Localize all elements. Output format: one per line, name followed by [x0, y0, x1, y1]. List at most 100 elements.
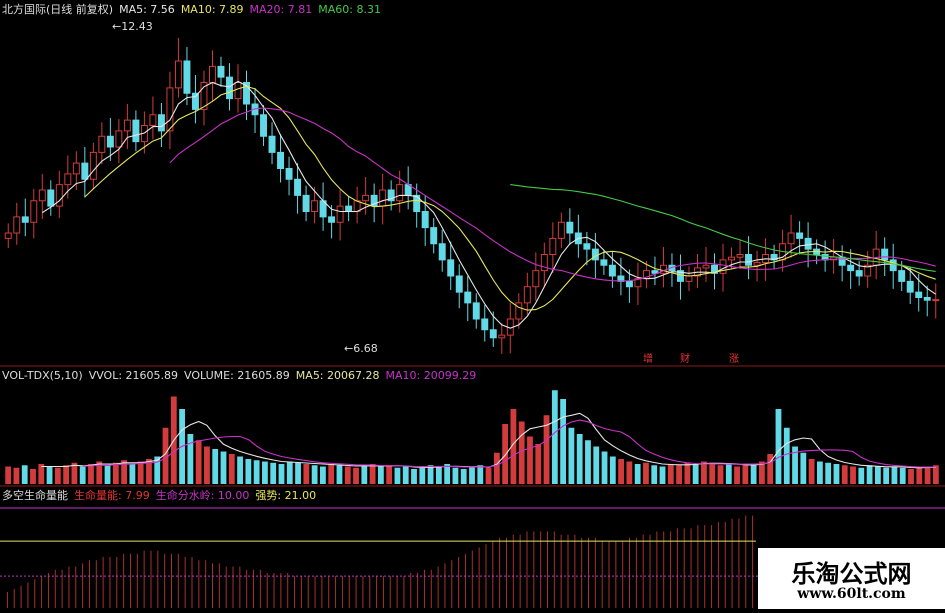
candle-body	[932, 299, 940, 302]
candle-body	[455, 275, 463, 293]
volume-bar	[742, 465, 749, 484]
vol-vvol: VVOL: 21605.89	[88, 369, 179, 382]
volume-bar	[684, 462, 691, 484]
volume-bar	[808, 459, 815, 484]
volume-bar	[435, 466, 442, 484]
vol-ma10: MA10: 20099.29	[385, 369, 477, 382]
candle-body	[268, 135, 276, 153]
volume-bar	[833, 464, 840, 484]
candle-body	[796, 232, 804, 239]
volume-bar	[858, 467, 865, 484]
volume-bar	[783, 427, 790, 484]
candle-body	[208, 65, 216, 83]
candle-body	[260, 114, 268, 137]
volume-bar	[667, 464, 674, 484]
volume-bar	[866, 465, 873, 484]
high-price-label: ←12.43	[112, 20, 153, 33]
candle-body	[328, 216, 336, 223]
volume-bar	[874, 466, 881, 484]
candle-body	[226, 76, 233, 100]
candle-body	[906, 280, 914, 293]
volume-bar	[800, 452, 807, 484]
candle-body	[915, 291, 923, 298]
volume-bar	[568, 427, 575, 484]
volume-bar	[386, 465, 393, 484]
vol-ma5: MA5: 20067.28	[295, 369, 380, 382]
candle-body	[149, 114, 157, 126]
candle-body	[540, 254, 548, 272]
low-price-label: ←6.68	[344, 342, 378, 355]
volume-bar	[328, 464, 335, 484]
volume-bar	[419, 467, 426, 484]
volume-bar	[593, 446, 600, 484]
volume-bar	[195, 440, 202, 484]
candle-body	[183, 60, 191, 94]
candle-body	[362, 194, 370, 202]
volume-bar	[518, 421, 525, 484]
candle-body	[923, 297, 931, 301]
candle-body	[898, 270, 906, 282]
volume-bar	[576, 434, 583, 484]
candle-body	[191, 92, 199, 110]
candle-body	[21, 216, 29, 223]
candle-body	[438, 243, 446, 261]
volume-bar	[460, 469, 467, 484]
legend-ma10: MA10: 7.89	[180, 3, 244, 16]
volume-bar	[344, 466, 351, 484]
volume-bar	[5, 466, 12, 484]
candle-body	[464, 291, 472, 304]
candle-body	[430, 227, 438, 245]
volume-bar	[336, 465, 343, 484]
candle-body	[336, 205, 344, 223]
volume-bar	[452, 467, 459, 484]
candle-body	[523, 286, 531, 304]
volume-bar	[692, 464, 699, 484]
candle-body	[728, 256, 736, 261]
volume-bar	[850, 466, 856, 484]
candle-body	[277, 151, 285, 169]
volume-bar	[369, 464, 376, 484]
volume-legend: VOL-TDX(5,10) VVOL: 21605.89 VOLUME: 21605…	[2, 368, 482, 384]
candle-body	[625, 280, 633, 288]
volume-bar	[204, 446, 210, 484]
volume-bar	[320, 466, 326, 484]
volume-bar	[253, 460, 260, 484]
event-mark-zhang: 涨	[729, 354, 739, 365]
candle-body	[557, 221, 565, 239]
candle-body	[532, 270, 540, 288]
volume-bar	[767, 454, 774, 484]
candle-body	[345, 205, 353, 212]
candle-body	[600, 259, 608, 266]
volume-bar	[659, 466, 666, 484]
legend-ma60: MA60: 8.31	[318, 3, 381, 16]
volume-bar	[104, 465, 111, 484]
volume-bar	[311, 465, 318, 484]
volume-bar	[924, 466, 931, 484]
volume-bar	[286, 461, 293, 484]
candle-body	[855, 270, 863, 277]
candle-body	[81, 162, 89, 180]
volume-bar	[626, 461, 633, 484]
candle-body	[566, 221, 574, 234]
volume-bar	[609, 456, 616, 484]
volume-bar	[825, 462, 832, 484]
candle-body	[472, 302, 480, 320]
watermark-title: 乐淘公式网	[791, 560, 912, 588]
candle-body	[396, 184, 404, 202]
volume-bar	[676, 465, 682, 484]
life-watershed: 生命分水岭: 10.00	[155, 489, 250, 502]
candle-body	[847, 264, 855, 272]
volume-bar	[295, 462, 301, 484]
volume-bar	[21, 465, 28, 484]
candle-body	[549, 237, 557, 255]
candle-body	[421, 211, 429, 229]
candle-body	[787, 232, 795, 245]
vol-title: VOL-TDX(5,10)	[2, 369, 83, 382]
legend-ma20: MA20: 7.81	[249, 3, 313, 16]
candle-body	[591, 248, 599, 261]
price-legend: 北方国际(日线 前复权) MA5: 7.56 MA10: 7.89 MA20: 7.8…	[2, 2, 387, 18]
candle-body	[804, 237, 812, 250]
candle-body	[447, 259, 455, 277]
candle-body	[38, 189, 46, 202]
candle-body	[72, 162, 80, 175]
